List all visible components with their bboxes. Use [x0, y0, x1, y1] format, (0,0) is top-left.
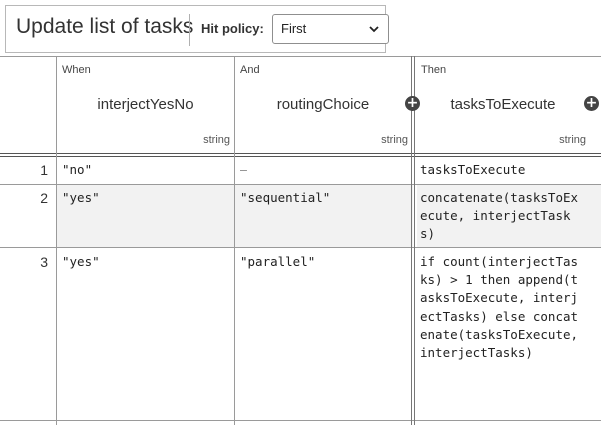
header-bottom-border [0, 153, 601, 154]
row-number: 2 [40, 190, 48, 206]
column-group-then: Then [421, 64, 447, 76]
table-cell-output[interactable]: tasksToExecute [420, 161, 590, 179]
column-name-routingchoice[interactable]: routingChoice [235, 96, 411, 113]
table-cell-input[interactable]: "no" [62, 161, 230, 179]
column-name-taskstoexecute[interactable]: tasksToExecute [415, 96, 591, 113]
table-cell-input[interactable]: "yes" [62, 253, 230, 271]
column-type-interjectyesno: string [203, 134, 230, 146]
column-group-and: And [240, 64, 260, 76]
header-bottom-border-2 [0, 156, 601, 157]
plus-circle-icon[interactable]: + [584, 96, 599, 111]
column-name-interjectyesno[interactable]: interjectYesNo [57, 96, 234, 113]
header-top-border [0, 56, 601, 57]
row-1-bottom-border [0, 184, 601, 185]
column-group-when: When [62, 64, 91, 76]
table-cell-output[interactable]: concatenate(tasksToExecute, interjectTas… [420, 189, 585, 244]
decision-table: When interjectYesNo string And routingCh… [0, 0, 601, 425]
table-cell-input[interactable]: "parallel" [240, 253, 408, 271]
row-2-bottom-border [0, 247, 601, 248]
row-3-bottom-border [0, 420, 601, 421]
row-number: 3 [40, 254, 48, 270]
table-cell-input[interactable]: – [240, 161, 408, 179]
row-number: 1 [40, 162, 48, 178]
column-type-routingchoice: string [381, 134, 408, 146]
table-cell-input[interactable]: "yes" [62, 189, 230, 207]
table-cell-output[interactable]: if count(interjectTasks) > 1 then append… [420, 253, 585, 362]
column-type-taskstoexecute: string [559, 134, 586, 146]
table-cell-input[interactable]: "sequential" [240, 189, 408, 207]
